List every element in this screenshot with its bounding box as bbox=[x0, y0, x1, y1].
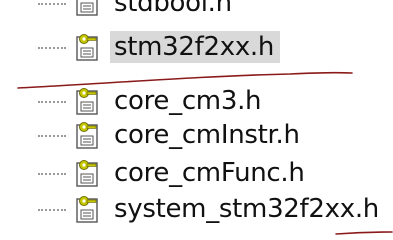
tree-connector bbox=[38, 135, 66, 137]
tree-item-core-cmfunc[interactable]: core_cmFunc.h bbox=[0, 156, 393, 190]
file-name-label: core_cm3.h bbox=[114, 86, 262, 116]
header-file-icon bbox=[76, 196, 98, 223]
tree-connector bbox=[38, 47, 66, 49]
tree-connector bbox=[38, 173, 66, 175]
file-name-label: stdbool.h bbox=[114, 0, 232, 18]
tree-item-stdbool[interactable]: stdbool.h bbox=[0, 0, 393, 20]
header-file-icon bbox=[76, 0, 98, 16]
header-file-icon bbox=[76, 122, 98, 149]
file-name-label: core_cmFunc.h bbox=[114, 158, 305, 188]
tree-item-stm32f2xx[interactable]: stm32f2xx.h bbox=[0, 30, 393, 64]
tree-item-system-stm32f2xx[interactable]: system_stm32f2xx.h bbox=[0, 192, 393, 226]
file-name-label: core_cmInstr.h bbox=[114, 120, 300, 150]
tree-connector bbox=[38, 3, 66, 5]
header-file-icon bbox=[76, 34, 98, 61]
file-name-label: system_stm32f2xx.h bbox=[114, 194, 379, 224]
tree-item-core-cm3[interactable]: core_cm3.h bbox=[0, 84, 393, 118]
project-file-tree: stdbool.h stm32f2xx.h core_cm3.h core_cm… bbox=[0, 0, 393, 240]
header-file-icon bbox=[76, 88, 98, 115]
tree-connector bbox=[38, 101, 66, 103]
tree-item-core-cminstr[interactable]: core_cmInstr.h bbox=[0, 118, 393, 152]
header-file-icon bbox=[76, 160, 98, 187]
tree-connector bbox=[38, 209, 66, 211]
file-name-label-selected: stm32f2xx.h bbox=[110, 31, 281, 63]
